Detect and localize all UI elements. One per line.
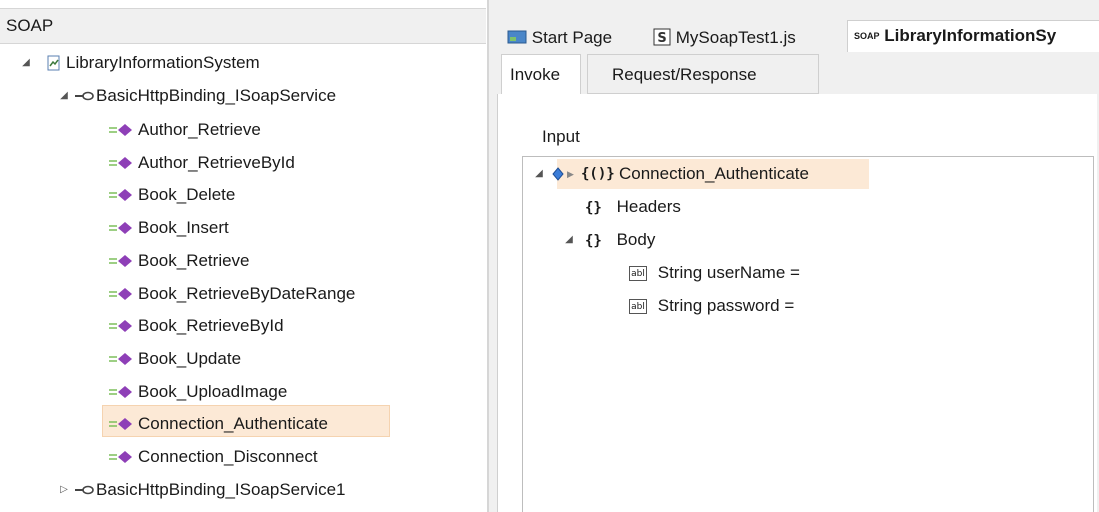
tab-library-service[interactable]: SOAP LibraryInformationSy xyxy=(847,20,1099,52)
small-arrow-icon: ▶ xyxy=(567,169,574,179)
tab-label: LibraryInformationSy xyxy=(884,26,1057,45)
operation-item[interactable]: Book_Update xyxy=(108,345,241,373)
object-braces-icon: {()} xyxy=(581,166,615,182)
expanded-arrow-icon[interactable]: ◢ xyxy=(20,49,32,77)
operation-item[interactable]: Book_RetrieveById xyxy=(108,312,284,340)
input-label: Input xyxy=(542,127,580,146)
binding-icon xyxy=(75,485,94,495)
operation-item[interactable]: Connection_Authenticate xyxy=(108,410,328,438)
field-label: String userName = xyxy=(657,263,800,282)
operation-item[interactable]: Author_RetrieveById xyxy=(108,149,295,177)
sub-tabs: Invoke Request/Response xyxy=(497,54,1099,94)
tree-binding-label: BasicHttpBinding_ISoapService xyxy=(96,86,337,105)
input-root-node[interactable]: ◢ ▶ {()} Connection_Authenticate xyxy=(533,160,809,188)
expanded-arrow-icon[interactable]: ◢ xyxy=(58,82,70,110)
tab-script[interactable]: S MySoapTest1.js xyxy=(653,24,796,52)
tree-binding-node[interactable]: ◢ BasicHttpBinding_ISoapService xyxy=(58,82,336,110)
string-field-icon: abl xyxy=(629,299,647,315)
binding-icon xyxy=(75,91,94,101)
tab-request-response[interactable]: Request/Response xyxy=(587,54,819,94)
input-field-row[interactable]: abl String password = xyxy=(629,292,794,320)
tab-invoke-label: Invoke xyxy=(510,65,561,84)
document-tabs: Start Page S MySoapTest1.js SOAP Library… xyxy=(497,16,1099,52)
operation-item[interactable]: Connection_Disconnect xyxy=(108,443,318,471)
tab-invoke[interactable]: Invoke xyxy=(501,54,581,94)
svg-text:S: S xyxy=(657,31,666,46)
operation-icon xyxy=(109,353,132,365)
operation-item[interactable]: Book_RetrieveByDateRange xyxy=(108,280,355,308)
headers-label: Headers xyxy=(616,197,681,216)
operation-label: Connection_Disconnect xyxy=(138,447,318,466)
soap-badge-icon: SOAP xyxy=(854,31,880,41)
soap-explorer-panel: SOAP ◢ LibraryInformationSystem ◢ BasicH… xyxy=(0,0,488,512)
input-root-label: Connection_Authenticate xyxy=(619,164,809,183)
operation-icon xyxy=(109,418,132,430)
operation-icon xyxy=(109,320,132,332)
expanded-arrow-icon[interactable]: ◢ xyxy=(533,160,545,188)
service-icon xyxy=(47,55,60,71)
tree-root-node[interactable]: ◢ LibraryInformationSystem xyxy=(20,49,260,77)
tab-label: MySoapTest1.js xyxy=(675,28,796,47)
operation-item[interactable]: Author_Retrieve xyxy=(108,116,261,144)
operation-icon xyxy=(109,124,132,136)
operation-label: Author_RetrieveById xyxy=(138,153,295,172)
operation-item[interactable]: Book_Retrieve xyxy=(108,247,250,275)
expanded-arrow-icon[interactable]: ◢ xyxy=(563,226,575,254)
operation-icon xyxy=(109,451,132,463)
operation-icon xyxy=(109,222,132,234)
tab-request-response-label: Request/Response xyxy=(612,65,757,84)
operation-icon xyxy=(109,157,132,169)
collapsed-arrow-icon[interactable]: ▷ xyxy=(58,476,70,504)
panel-header: SOAP xyxy=(0,8,486,44)
operation-label: Book_Update xyxy=(138,349,242,368)
start-page-icon xyxy=(507,30,527,44)
body-label: Body xyxy=(616,230,656,249)
operation-icon xyxy=(109,386,132,398)
operation-label: Connection_Authenticate xyxy=(138,414,328,433)
parameter-icon xyxy=(552,167,564,181)
input-headers-node[interactable]: {} Headers xyxy=(585,193,681,221)
operation-item[interactable]: Book_UploadImage xyxy=(108,378,287,406)
braces-icon: {} xyxy=(585,233,602,249)
operation-icon xyxy=(109,255,132,267)
tree-binding-node-collapsed[interactable]: ▷ BasicHttpBinding_ISoapService1 xyxy=(58,476,345,504)
operation-label: Book_RetrieveByDateRange xyxy=(138,284,356,303)
operation-item[interactable]: Book_Insert xyxy=(108,214,229,242)
operation-label: Author_Retrieve xyxy=(138,120,261,139)
field-label: String password = xyxy=(657,296,795,315)
braces-icon: {} xyxy=(585,200,602,216)
tree-binding-label: BasicHttpBinding_ISoapService1 xyxy=(96,480,346,499)
tree-root-label: LibraryInformationSystem xyxy=(66,53,260,72)
operation-label: Book_Delete xyxy=(138,185,236,204)
operation-label: Book_Insert xyxy=(138,218,229,237)
input-body-node[interactable]: ◢ {} Body xyxy=(563,226,655,254)
operation-label: Book_Retrieve xyxy=(138,251,250,270)
input-field-row[interactable]: abl String userName = xyxy=(629,259,800,287)
tab-label: Start Page xyxy=(531,28,613,47)
script-file-icon: S xyxy=(653,28,671,46)
operation-item[interactable]: Book_Delete xyxy=(108,181,235,209)
tab-start-page[interactable]: Start Page xyxy=(507,24,612,52)
input-tree[interactable]: ◢ ▶ {()} Connection_Authenticate {} Head… xyxy=(522,156,1094,512)
string-field-icon: abl xyxy=(629,266,647,282)
operation-label: Book_RetrieveById xyxy=(138,316,284,335)
operation-label: Book_UploadImage xyxy=(138,382,288,401)
panel-title: SOAP xyxy=(6,16,54,35)
operation-icon xyxy=(109,288,132,300)
operation-icon xyxy=(109,189,132,201)
